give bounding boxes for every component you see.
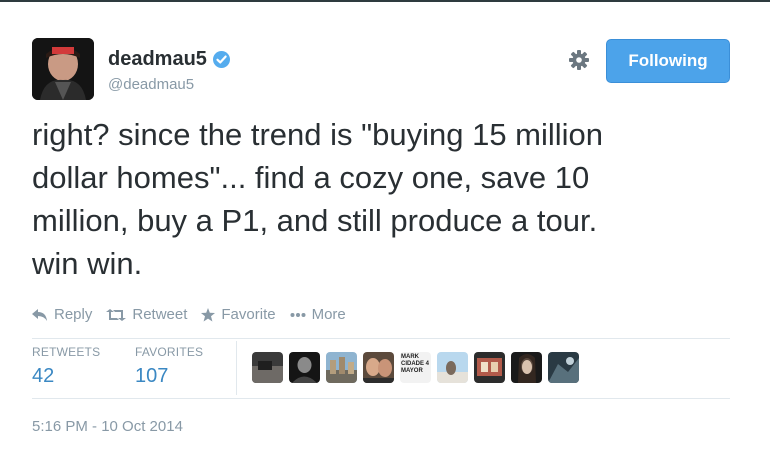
tweet-text: right? since the trend is "buying 15 mil… — [32, 113, 722, 285]
favorites-stat[interactable]: FAVORITES 107 — [135, 345, 203, 388]
more-dots-icon — [290, 312, 306, 318]
user-handle[interactable]: @deadmau5 — [108, 76, 194, 93]
tweet-line: win win. — [32, 246, 143, 281]
gear-icon[interactable] — [568, 49, 590, 71]
user-display-name[interactable]: deadmau5 — [108, 48, 230, 71]
retweets-stat[interactable]: RETWEETS 42 — [32, 345, 100, 388]
favoriter-avatar-9[interactable] — [548, 352, 579, 383]
divider-bottom — [32, 398, 730, 399]
favoriter-avatar-7[interactable] — [474, 352, 505, 383]
divider-top — [32, 338, 730, 339]
favoriter-avatar-4[interactable] — [363, 352, 394, 383]
favoriter-avatar-5-text: MARK CIDADE 4 MAYOR — [401, 354, 430, 374]
tweet-line: dollar homes"... find a cozy one, save 1… — [32, 160, 590, 195]
favorite-button[interactable]: Favorite — [201, 306, 276, 323]
retweets-count: 42 — [32, 365, 55, 387]
retweet-button[interactable]: Retweet — [106, 306, 187, 323]
favorites-label: FAVORITES — [135, 345, 204, 359]
following-button[interactable]: Following — [606, 39, 730, 83]
tweet-line: million, buy a P1, and still produce a t… — [32, 203, 598, 238]
tweet-actions: Reply Retweet Favorite More — [32, 306, 360, 323]
more-button[interactable]: More — [290, 306, 346, 323]
star-icon — [201, 307, 216, 322]
user-avatar[interactable] — [32, 38, 94, 100]
top-border — [0, 0, 770, 2]
favoriter-avatar-2[interactable] — [289, 352, 320, 383]
reply-label: Reply — [54, 306, 93, 323]
display-name-text: deadmau5 — [108, 48, 207, 70]
favoriter-avatar-6[interactable] — [437, 352, 468, 383]
favorites-count: 107 — [135, 365, 169, 387]
favoriter-avatar-1[interactable] — [252, 352, 283, 383]
favoriter-avatars: MARK CIDADE 4 MAYOR — [252, 352, 579, 383]
tweet-line: right? since the trend is "buying 15 mil… — [32, 117, 604, 152]
favoriter-avatar-5[interactable]: MARK CIDADE 4 MAYOR — [400, 352, 431, 383]
retweets-label: RETWEETS — [32, 345, 101, 359]
stats-separator — [236, 341, 237, 395]
favoriter-avatar-3[interactable] — [326, 352, 357, 383]
verified-badge-icon — [212, 51, 230, 68]
favoriter-avatar-8[interactable] — [511, 352, 542, 383]
reply-button[interactable]: Reply — [32, 306, 92, 323]
retweet-icon — [106, 308, 127, 321]
retweet-label: Retweet — [132, 306, 188, 323]
reply-icon — [32, 308, 48, 321]
more-label: More — [311, 306, 346, 323]
favorite-label: Favorite — [221, 306, 276, 323]
tweet-timestamp[interactable]: 5:16 PM - 10 Oct 2014 — [32, 418, 183, 435]
